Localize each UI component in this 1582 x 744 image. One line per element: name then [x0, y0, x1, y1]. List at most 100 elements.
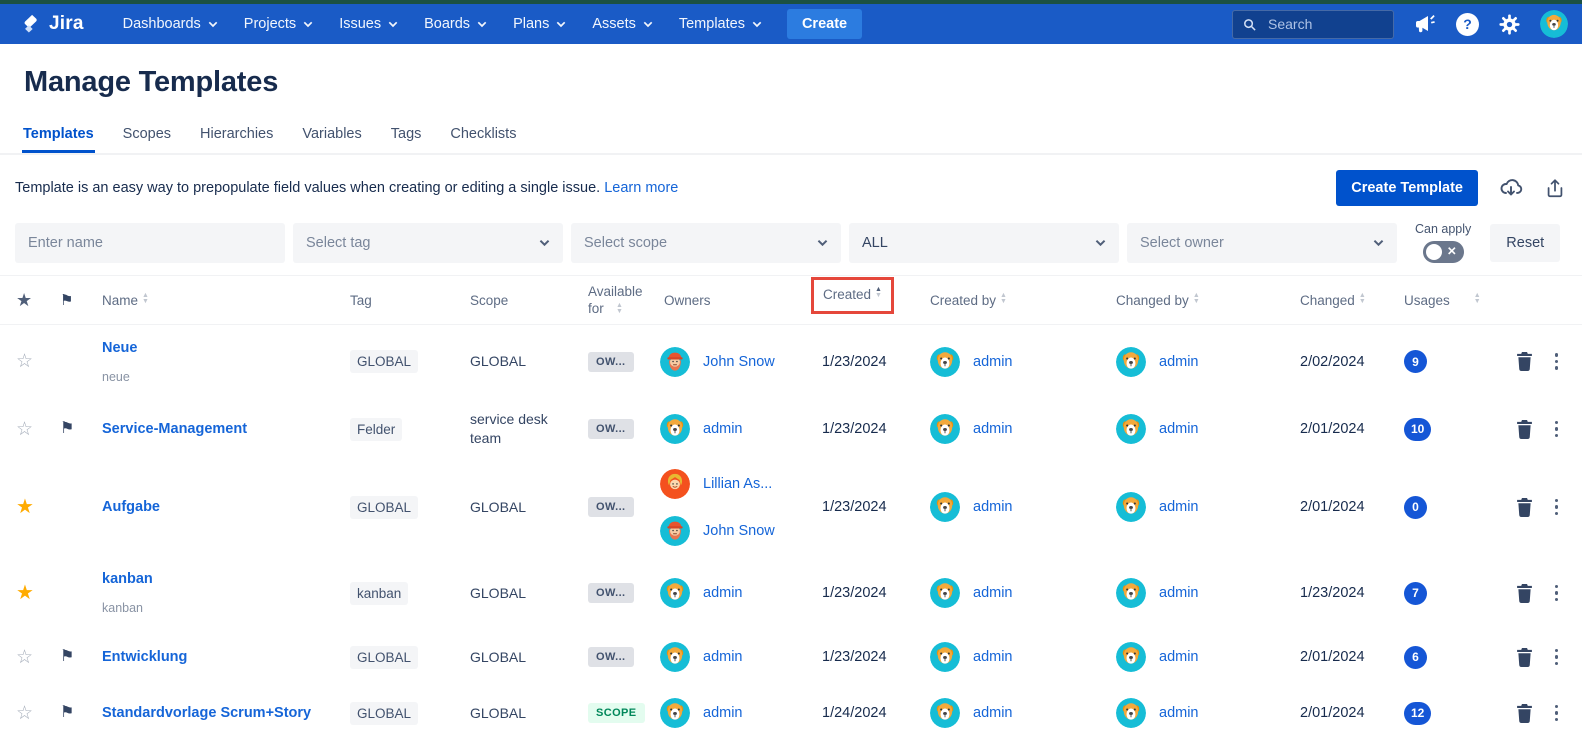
more-actions-button[interactable]: [1553, 703, 1561, 724]
more-actions-button[interactable]: [1553, 583, 1561, 604]
star-filled-icon[interactable]: ★: [16, 583, 34, 603]
tag-filter-select[interactable]: Select tag: [293, 222, 563, 263]
template-name-link[interactable]: Standardvorlage Scrum+Story: [102, 705, 311, 721]
reset-button[interactable]: Reset: [1490, 223, 1561, 262]
owner-link[interactable]: John Snow: [703, 354, 775, 370]
header-available-for[interactable]: Available for ▲ ▼: [588, 283, 660, 317]
megaphone-icon: [1413, 12, 1437, 36]
import-button[interactable]: [1498, 176, 1524, 200]
owner-link[interactable]: admin: [703, 705, 743, 721]
more-actions-button[interactable]: [1553, 419, 1561, 440]
user-avatar-button[interactable]: [1540, 10, 1568, 38]
changed-cell: 2/02/2024: [1300, 354, 1404, 370]
delete-button[interactable]: [1516, 647, 1533, 667]
template-name-link[interactable]: Entwicklung: [102, 649, 187, 665]
header-flag[interactable]: ⚑: [60, 292, 102, 309]
header-name[interactable]: Name ▲ ▼: [102, 292, 350, 309]
template-name-link[interactable]: kanban: [102, 571, 153, 587]
more-actions-button[interactable]: [1553, 497, 1561, 518]
changed-date: 1/23/2024: [1300, 585, 1365, 601]
owner-link[interactable]: admin: [973, 585, 1013, 601]
export-button[interactable]: [1544, 176, 1566, 200]
trash-icon: [1516, 703, 1533, 723]
star-filled-icon[interactable]: ★: [16, 497, 34, 517]
table-row: ☆ ⚑ Service-Management Felder service desk t…: [0, 398, 1582, 460]
owner-link[interactable]: admin: [1159, 354, 1199, 370]
owner-link[interactable]: admin: [1159, 421, 1199, 437]
owner-link[interactable]: admin: [973, 649, 1013, 665]
owner-link[interactable]: admin: [1159, 649, 1199, 665]
owner-link[interactable]: admin: [703, 649, 743, 665]
tab-variables[interactable]: Variables: [301, 124, 362, 153]
header-usages[interactable]: Usages ▲ ▼: [1404, 292, 1482, 309]
owner-link[interactable]: John Snow: [703, 523, 775, 539]
jira-logo[interactable]: Jira: [20, 13, 84, 35]
create-button[interactable]: Create: [786, 9, 863, 39]
owner-link[interactable]: admin: [1159, 499, 1199, 515]
owner-link[interactable]: Lillian As...: [703, 476, 772, 492]
delete-button[interactable]: [1516, 419, 1533, 439]
search-input[interactable]: [1266, 15, 1384, 33]
owner-link[interactable]: admin: [1159, 585, 1199, 601]
search-box[interactable]: [1232, 9, 1394, 39]
scope-filter-select[interactable]: Select scope: [571, 222, 841, 263]
nav-item-dashboards[interactable]: Dashboards: [110, 4, 231, 44]
sort-icon: ▲ ▼: [1192, 291, 1200, 305]
tab-scopes[interactable]: Scopes: [122, 124, 172, 153]
nav-item-plans[interactable]: Plans: [500, 4, 579, 44]
header-favorite[interactable]: ★: [16, 291, 60, 309]
delete-button[interactable]: [1516, 497, 1533, 517]
owner-link[interactable]: admin: [703, 585, 743, 601]
can-apply-toggle[interactable]: ✕: [1422, 241, 1464, 263]
scope-value: GLOBAL: [470, 353, 527, 369]
star-outline-icon[interactable]: ☆: [16, 352, 33, 371]
flag-icon[interactable]: ⚑: [60, 705, 74, 721]
settings-button[interactable]: [1498, 13, 1521, 36]
cloud-download-icon: [1498, 176, 1524, 200]
type-filter-select[interactable]: ALL: [849, 222, 1119, 263]
star-outline-icon[interactable]: ☆: [16, 420, 33, 439]
more-actions-button[interactable]: [1553, 351, 1561, 372]
star-outline-icon[interactable]: ☆: [16, 648, 33, 667]
announcements-button[interactable]: [1413, 12, 1437, 36]
owner-link[interactable]: admin: [703, 421, 743, 437]
tab-tags[interactable]: Tags: [390, 124, 423, 153]
tab-templates[interactable]: Templates: [22, 124, 95, 153]
star-outline-icon[interactable]: ☆: [16, 704, 33, 723]
nav-item-templates[interactable]: Templates: [666, 4, 775, 44]
flag-icon[interactable]: ⚑: [60, 421, 74, 437]
owner-filter-select[interactable]: Select owner: [1127, 222, 1397, 263]
dog-avatar: [660, 578, 690, 608]
nav-item-issues[interactable]: Issues: [326, 4, 411, 44]
nav-item-boards[interactable]: Boards: [411, 4, 500, 44]
owner-entry: admin: [660, 642, 743, 672]
template-name-link[interactable]: Aufgabe: [102, 499, 160, 515]
name-filter-input[interactable]: [15, 222, 285, 263]
more-actions-button[interactable]: [1553, 647, 1561, 668]
delete-button[interactable]: [1516, 703, 1533, 723]
usages-badge: 6: [1404, 645, 1427, 669]
template-name-link[interactable]: Neue: [102, 340, 137, 356]
create-template-button[interactable]: Create Template: [1336, 170, 1478, 206]
owner-link[interactable]: admin: [973, 421, 1013, 437]
owner-link[interactable]: admin: [973, 354, 1013, 370]
header-changed-by[interactable]: Changed by ▲ ▼: [1116, 292, 1300, 309]
nav-item-projects[interactable]: Projects: [231, 4, 326, 44]
header-created[interactable]: Created ▲ ▼: [811, 277, 930, 314]
tab-hierarchies[interactable]: Hierarchies: [199, 124, 274, 153]
owner-link[interactable]: admin: [973, 499, 1013, 515]
nav-item-assets[interactable]: Assets: [579, 4, 666, 44]
owner-entry: admin: [660, 698, 743, 728]
owner-link[interactable]: admin: [973, 705, 1013, 721]
template-name-link[interactable]: Service-Management: [102, 421, 247, 437]
delete-button[interactable]: [1516, 583, 1533, 603]
delete-button[interactable]: [1516, 352, 1533, 371]
owner-link[interactable]: admin: [1159, 705, 1199, 721]
header-changed[interactable]: Changed ▲ ▼: [1300, 292, 1404, 309]
flag-icon[interactable]: ⚑: [60, 649, 74, 665]
template-subtitle: neue: [102, 369, 130, 384]
learn-more-link[interactable]: Learn more: [604, 180, 678, 196]
header-created-by[interactable]: Created by ▲ ▼: [930, 292, 1116, 309]
help-button[interactable]: ?: [1456, 12, 1479, 36]
tab-checklists[interactable]: Checklists: [449, 124, 517, 153]
